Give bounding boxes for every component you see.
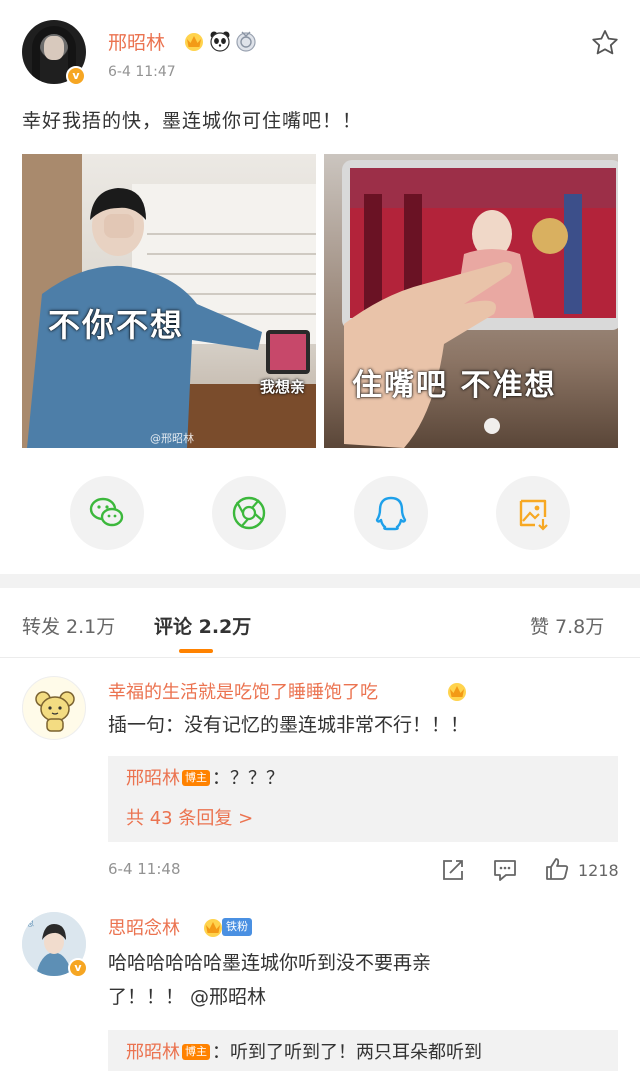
comment-text: 插一句：没有记忆的墨连城非常不行！！！ — [108, 714, 470, 736]
tab-likes[interactable]: 赞 7.8万 — [530, 612, 604, 639]
post-image-2[interactable]: 住嘴吧 不准想 — [324, 154, 618, 448]
comment-text-line-1: 哈哈哈哈哈哈墨连城你听到没不要再亲 — [108, 952, 432, 974]
section-divider — [0, 574, 640, 588]
reply-preview: 邢昭林 博主：？？？ — [126, 764, 284, 790]
image-1-caption: 不你不想 — [48, 306, 185, 344]
save-image-button[interactable] — [496, 476, 570, 550]
qq-icon — [375, 496, 407, 531]
image-1-watermark: @邢昭林 — [150, 432, 194, 445]
host-tag: 博主 — [182, 1044, 210, 1060]
share-qq-button[interactable] — [354, 476, 428, 550]
panda-icon[interactable] — [209, 30, 231, 52]
fan-tag: 铁粉 — [222, 918, 252, 936]
reply-author[interactable]: 邢昭林 — [126, 1042, 180, 1063]
repost-icon[interactable] — [440, 857, 466, 883]
moments-icon — [232, 496, 266, 530]
v-badge-icon: v — [66, 66, 86, 86]
host-tag: 博主 — [182, 770, 210, 786]
post-image-1[interactable]: 不你不想 我想亲 @邢昭林 — [22, 154, 316, 448]
reply-box[interactable]: 邢昭林 博主：？？？ 共 43 条回复 > — [108, 756, 618, 842]
author-badges — [183, 30, 257, 52]
wechat-icon — [89, 497, 124, 527]
v-badge-icon: v — [68, 958, 88, 978]
tab-comments[interactable]: 评论 2.2万 — [154, 612, 251, 639]
like-icon[interactable] — [544, 856, 570, 882]
reply-text: ：听到了听到了！两只耳朵都听到 — [212, 1042, 482, 1063]
crown-icon[interactable] — [183, 30, 205, 52]
medal-icon[interactable] — [235, 30, 257, 52]
post-text: 幸好我捂的快，墨连城你可住嘴吧！！ — [22, 110, 363, 132]
post-time: 6-4 11:47 — [108, 64, 176, 80]
engagement-tabs: 转发 2.1万 评论 2.2万 赞 7.8万 — [0, 588, 640, 658]
crown-icon — [204, 919, 222, 937]
more-replies-link[interactable]: 共 43 条回复 > — [126, 804, 253, 830]
tab-repost[interactable]: 转发 2.1万 — [22, 612, 115, 639]
comment-author[interactable]: 幸福的生活就是吃饱了睡睡饱了吃 — [108, 678, 378, 704]
reply-icon[interactable] — [492, 857, 518, 883]
save-image-icon — [519, 499, 548, 531]
svg-text:思: 思 — [26, 919, 34, 928]
bear-avatar-icon — [35, 691, 75, 732]
share-row — [0, 476, 640, 552]
crown-icon — [448, 683, 466, 701]
image-2-caption: 住嘴吧 不准想 — [352, 368, 557, 403]
reply-author[interactable]: 邢昭林 — [126, 768, 180, 789]
comment-time: 6-4 11:48 — [108, 860, 181, 878]
reply-text: ：？？？ — [212, 768, 284, 789]
active-tab-indicator — [179, 649, 213, 653]
post-author-name[interactable]: 邢昭林 — [108, 28, 165, 55]
like-count: 1218 — [578, 861, 619, 880]
comment-text-line-2: 了！！！ @邢昭林 — [108, 986, 267, 1008]
favorite-star-icon[interactable] — [590, 28, 620, 58]
image-1-overlay-text: 我想亲 — [260, 378, 306, 396]
share-wechat-button[interactable] — [70, 476, 144, 550]
post-header: v 邢昭林 6-4 11:47 — [0, 0, 640, 100]
comment-author[interactable]: 思昭念林 — [108, 914, 180, 940]
comment-avatar[interactable] — [22, 676, 86, 740]
share-moments-button[interactable] — [212, 476, 286, 550]
reply-preview: 邢昭林 博主 ：听到了听到了！两只耳朵都听到 — [126, 1038, 482, 1064]
reply-box[interactable]: 邢昭林 博主 ：听到了听到了！两只耳朵都听到 — [108, 1030, 618, 1071]
